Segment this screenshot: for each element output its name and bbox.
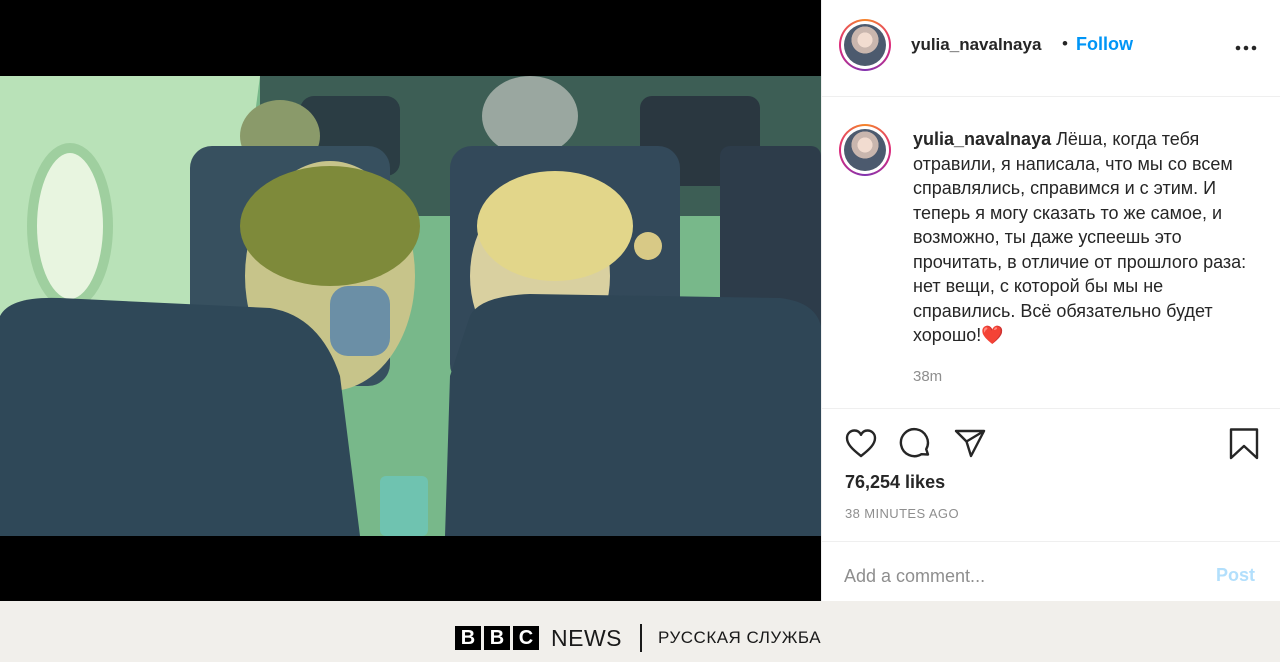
post-comment-button[interactable]: Post xyxy=(1216,565,1255,586)
bbc-logo-letter: C xyxy=(513,626,539,650)
caption-avatar[interactable] xyxy=(839,124,891,176)
news-wordmark: NEWS xyxy=(551,625,622,651)
bookmark-icon[interactable] xyxy=(1227,427,1261,461)
post-panel: yulia_navalnaya • Follow yulia_navalnaya… xyxy=(821,0,1280,601)
header-avatar[interactable] xyxy=(839,19,891,71)
bbc-logo: B B C xyxy=(455,626,539,650)
comment-divider xyxy=(822,541,1280,542)
bbc-logo-letter: B xyxy=(455,626,481,650)
service-name: РУССКАЯ СЛУЖБА xyxy=(658,628,822,647)
header-separator-dot: • xyxy=(1062,34,1068,53)
caption-text: Лёша, когда тебя отравили, я написала, ч… xyxy=(913,129,1247,345)
likes-count[interactable]: 76,254 likes xyxy=(845,472,945,493)
more-options-icon[interactable] xyxy=(1234,36,1258,60)
post-caption: yulia_navalnaya Лёша, когда тебя отравил… xyxy=(913,127,1265,348)
header-divider xyxy=(822,96,1280,97)
photo-illustration xyxy=(0,76,821,536)
avatar-image xyxy=(844,24,886,66)
avatar-image xyxy=(844,129,886,171)
actions-divider xyxy=(822,408,1280,409)
post-media xyxy=(0,0,821,601)
caption-username[interactable]: yulia_navalnaya xyxy=(913,129,1056,149)
comment-bubble-icon[interactable] xyxy=(899,427,933,461)
heart-emoji: ❤️ xyxy=(981,325,1004,345)
footer-separator xyxy=(640,624,642,652)
header-username[interactable]: yulia_navalnaya xyxy=(911,35,1041,55)
heart-icon[interactable] xyxy=(844,427,878,461)
comment-input[interactable] xyxy=(844,562,1174,590)
page-frame: yulia_navalnaya • Follow yulia_navalnaya… xyxy=(0,0,1280,662)
caption-timestamp[interactable]: 38m xyxy=(913,368,942,385)
paper-plane-icon[interactable] xyxy=(953,427,987,461)
post-photo[interactable] xyxy=(0,76,821,536)
follow-button[interactable]: Follow xyxy=(1076,34,1133,55)
bbc-logo-letter: B xyxy=(484,626,510,650)
more-horizontal-icon xyxy=(1235,45,1257,51)
post-date[interactable]: 38 MINUTES AGO xyxy=(845,506,959,521)
